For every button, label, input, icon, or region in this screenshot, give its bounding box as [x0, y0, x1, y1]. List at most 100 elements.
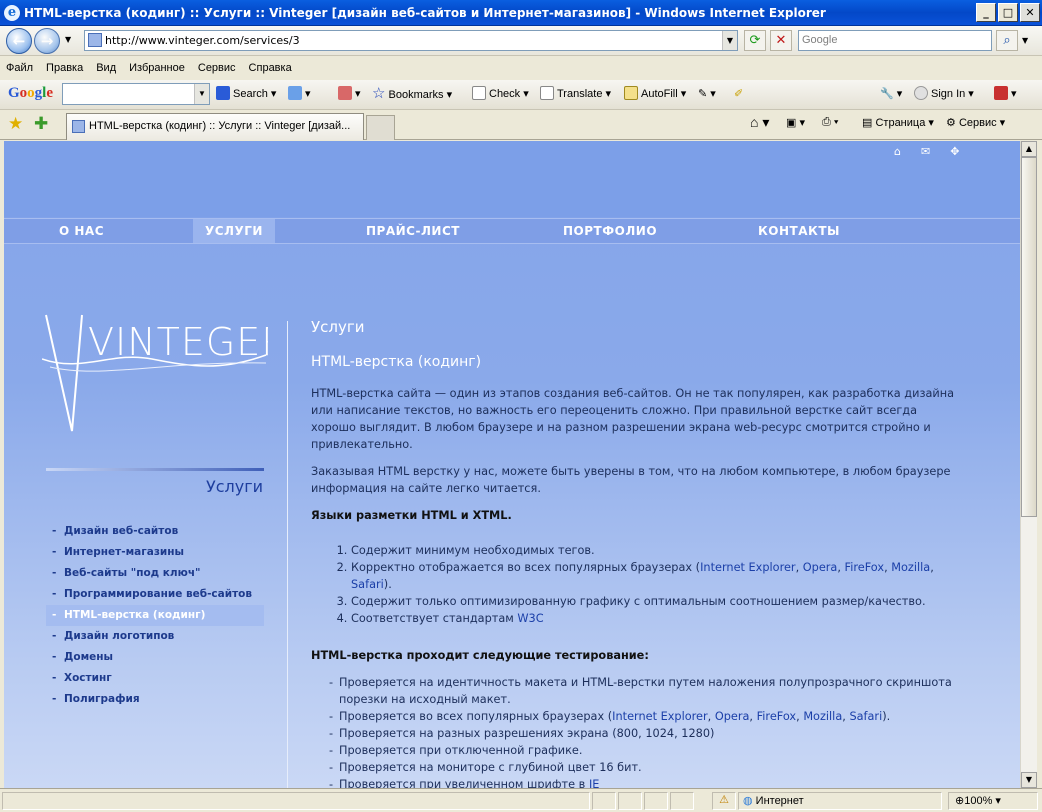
popup-blocker-button[interactable]: ▾	[338, 85, 361, 103]
popup-blocker-icon	[338, 86, 352, 100]
site-mail-icon[interactable]: ✉	[921, 145, 950, 158]
address-dropdown-icon[interactable]: ▼	[722, 31, 737, 50]
sidebar-item-eshops[interactable]: Интернет-магазины	[46, 542, 264, 563]
link-firefox[interactable]: FireFox	[757, 710, 797, 723]
list-item: Содержит минимум необходимых тегов.	[351, 542, 961, 559]
site-home-icon[interactable]: ⌂	[894, 145, 921, 158]
link-mozilla[interactable]: Mozilla	[891, 561, 930, 574]
link-firefox[interactable]: FireFox	[845, 561, 885, 574]
google-search-label: Search	[233, 88, 268, 100]
sidebar-item-web-design[interactable]: Дизайн веб-сайтов	[46, 521, 264, 542]
link-opera[interactable]: Opera	[803, 561, 838, 574]
address-toolbar: ← → ▼ http://www.vinteger.com/services/3…	[0, 26, 1042, 56]
page-menu[interactable]: ▤ Страница ▾	[862, 116, 934, 129]
nav-pricelist[interactable]: ПРАЙС-ЛИСТ	[366, 219, 460, 243]
sidebar-item-turnkey[interactable]: Веб-сайты "под ключ"	[46, 563, 264, 584]
scroll-thumb[interactable]	[1021, 157, 1037, 517]
sidebar-item-logo-design[interactable]: Дизайн логотипов	[46, 626, 264, 647]
google-toolbar: Google ▼ Search ▾ ▾ ▾ ☆ Bookmarks ▾ Chec…	[0, 80, 1042, 110]
check-button[interactable]: Check ▾	[472, 85, 529, 103]
nav-portfolio[interactable]: ПОРТФОЛИО	[563, 219, 657, 243]
nav-contacts[interactable]: КОНТАКТЫ	[758, 219, 840, 243]
sidebar-item-html-coding[interactable]: HTML-верстка (кодинг)	[46, 605, 264, 626]
ie-logo-icon: e	[4, 4, 20, 21]
menu-edit[interactable]: Правка	[46, 62, 83, 74]
link-ie[interactable]: Internet Explorer	[700, 561, 795, 574]
link-ie[interactable]: Internet Explorer	[612, 710, 707, 723]
address-field[interactable]: http://www.vinteger.com/services/3 ▼	[84, 30, 738, 51]
forward-button[interactable]: →	[34, 28, 60, 54]
tests-heading: HTML-верстка проходит следующие тестиров…	[311, 649, 649, 662]
translate-button[interactable]: Translate ▾	[540, 85, 611, 103]
nav-about[interactable]: О НАС	[59, 219, 104, 243]
list-item: Проверяется при увеличенном шрифте в IE	[329, 776, 961, 788]
tab-active[interactable]: HTML-верстка (кодинг) :: Услуги :: Vinte…	[66, 113, 364, 140]
refresh-button[interactable]: ⟳	[744, 30, 766, 51]
home-icon[interactable]: ⌂ ▾	[750, 114, 769, 131]
google-search-button[interactable]: Search ▾	[216, 85, 276, 103]
google-search-dropdown-icon[interactable]: ▼	[194, 84, 209, 104]
list-item: Проверяется на мониторе с глубиной цвет …	[329, 759, 961, 776]
protected-mode-icon[interactable]: ⚠	[712, 792, 736, 810]
bookmarks-button[interactable]: ☆ Bookmarks ▾	[372, 85, 452, 103]
list-item: Содержит только оптимизированную графику…	[351, 593, 961, 610]
gear-icon: ⚙	[946, 117, 956, 129]
site-sitemap-icon[interactable]: ✥	[950, 145, 979, 158]
list-item-text: Проверяется при увеличенном шрифте в	[339, 778, 589, 788]
history-dropdown-icon[interactable]: ▼	[65, 35, 71, 44]
sidebar-item-domains[interactable]: Домены	[46, 647, 264, 668]
stop-button[interactable]: ✕	[770, 30, 792, 51]
feeds-icon[interactable]: ▣ ▾	[786, 116, 805, 129]
settings-button[interactable]: 🔧 ▾	[880, 85, 902, 103]
status-bar: ⚠ ◍ Интернет ⊕100% ▾	[0, 788, 1042, 812]
back-button[interactable]: ←	[6, 28, 32, 54]
link-safari[interactable]: Safari	[351, 578, 384, 591]
link-w3c[interactable]: W3C	[517, 612, 543, 625]
menu-view[interactable]: Вид	[96, 62, 116, 74]
sidebar-item-hosting[interactable]: Хостинг	[46, 668, 264, 689]
list-item-text: Корректно отображается во всех популярны…	[351, 561, 701, 574]
sidebar-item-printing[interactable]: Полиграфия	[46, 689, 264, 710]
new-tab-button[interactable]	[366, 115, 395, 140]
site-top-icons: ⌂✉✥	[894, 145, 979, 158]
menu-file[interactable]: Файл	[6, 62, 33, 74]
highlighter-button[interactable]: ✎ ▾	[698, 85, 716, 103]
search-options-icon[interactable]: ▼	[1022, 36, 1028, 45]
minimize-button[interactable]: _	[976, 3, 996, 22]
nav-services[interactable]: УСЛУГИ	[193, 219, 275, 243]
tools-menu-label: Сервис	[958, 117, 997, 129]
site-favicon-icon	[88, 33, 102, 47]
autofill-button[interactable]: AutoFill ▾	[624, 85, 686, 103]
link-opera[interactable]: Opera	[715, 710, 750, 723]
sign-in-button[interactable]: Sign In ▾	[914, 85, 974, 103]
intro-paragraph: HTML-верстка сайта — один из этапов созд…	[311, 387, 955, 451]
user-icon	[914, 86, 928, 100]
menu-help[interactable]: Справка	[249, 62, 292, 74]
search-icon[interactable]: ⌕	[996, 30, 1018, 51]
link-ie-short[interactable]: IE	[589, 778, 599, 788]
search-input[interactable]: Google	[798, 30, 992, 51]
menu-favorites[interactable]: Избранное	[129, 62, 185, 74]
menu-tools[interactable]: Сервис	[198, 62, 236, 74]
link-mozilla[interactable]: Mozilla	[803, 710, 842, 723]
sidebar-item-programming[interactable]: Программирование веб-сайтов	[46, 584, 264, 605]
close-button[interactable]: ✕	[1020, 3, 1040, 22]
pen-button[interactable]: ✐	[734, 85, 743, 103]
google-search-input[interactable]: ▼	[62, 83, 210, 105]
zoom-control[interactable]: ⊕100% ▾	[948, 792, 1038, 810]
scroll-up-icon[interactable]: ▲	[1021, 141, 1037, 157]
second-paragraph: Заказывая HTML верстку у нас, можете быт…	[311, 465, 951, 495]
scroll-down-icon[interactable]: ▼	[1021, 772, 1037, 788]
add-favorite-icon[interactable]: ✚	[34, 114, 48, 134]
pdf-button[interactable]: ▾	[994, 85, 1017, 103]
tools-menu[interactable]: ⚙ Сервис ▾	[946, 116, 1005, 129]
favorites-star-icon[interactable]: ★	[8, 114, 23, 134]
vinteger-logo[interactable]: VINTEGER	[42, 311, 268, 441]
vertical-scrollbar[interactable]: ▲ ▼	[1020, 141, 1037, 788]
link-safari[interactable]: Safari	[849, 710, 882, 723]
security-zone[interactable]: ◍ Интернет	[738, 792, 942, 810]
print-icon[interactable]: ⎙ ▾	[822, 116, 838, 129]
maximize-button[interactable]: □	[998, 3, 1018, 22]
zone-label: Интернет	[755, 795, 804, 807]
plus-button[interactable]: ▾	[288, 85, 311, 103]
